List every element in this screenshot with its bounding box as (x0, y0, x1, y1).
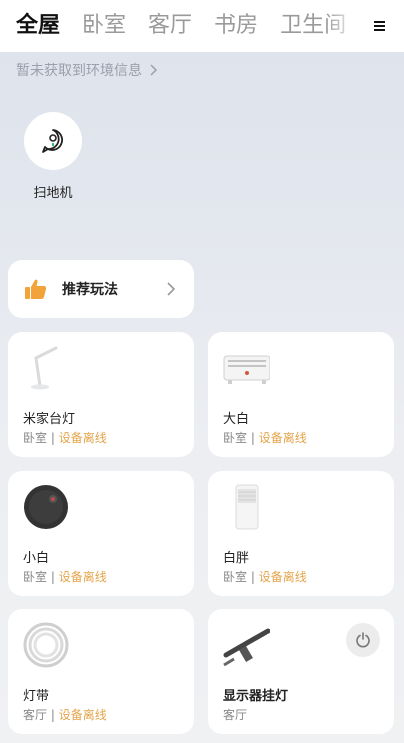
device-meta: 卧室 | 设备离线 (223, 431, 307, 445)
device-name: 白胖 (223, 551, 250, 566)
device-name: 小白 (23, 551, 50, 566)
device-status: 设备离线 (258, 570, 307, 584)
sweeper-shortcut-label: 扫地机 (33, 186, 73, 201)
device-room: 客厅 (23, 708, 48, 722)
power-icon (356, 632, 370, 648)
chevron-right-icon (167, 282, 176, 296)
device-meta: 卧室 | 设备离线 (223, 570, 307, 584)
device-room: 卧室 (23, 570, 48, 584)
tab-study[interactable]: 书房 (214, 0, 258, 52)
recommend-label: 推荐玩法 (62, 282, 118, 298)
device-room: 客厅 (223, 708, 248, 722)
thumbs-up-icon (25, 279, 47, 299)
device-name: 大白 (223, 412, 250, 427)
device-card-light-strip[interactable]: 灯带 客厅 | 设备离线 (8, 609, 194, 734)
tab-bedroom[interactable]: 卧室 (82, 0, 126, 52)
recommend-card[interactable]: 推荐玩法 (8, 260, 194, 318)
robot-vacuum-icon (24, 485, 68, 529)
device-status: 设备离线 (58, 570, 107, 584)
menu-icon (374, 21, 385, 31)
environment-info[interactable]: 暂未获取到环境信息 (16, 60, 158, 80)
device-meta: 客厅 | 设备离线 (23, 708, 107, 722)
device-card-heater[interactable]: 大白 卧室 | 设备离线 (208, 332, 394, 457)
air-purifier-icon (235, 484, 259, 530)
device-room: 卧室 (223, 431, 248, 445)
device-status: 设备离线 (258, 431, 307, 445)
tab-living-room[interactable]: 客厅 (148, 0, 192, 52)
device-status: 设备离线 (58, 708, 107, 722)
light-strip-icon (23, 622, 69, 668)
device-room: 卧室 (223, 570, 248, 584)
device-card-robot-vacuum[interactable]: 小白 卧室 | 设备离线 (8, 471, 194, 596)
device-status: 设备离线 (58, 431, 107, 445)
desk-lamp-icon (31, 346, 58, 390)
device-name: 米家台灯 (23, 412, 76, 427)
sweeper-shortcut-button[interactable] (24, 112, 82, 170)
device-card-monitor-light[interactable]: 显示器挂灯 客厅 (208, 609, 394, 734)
menu-button[interactable] (356, 0, 404, 52)
robot-assistant-icon (42, 129, 63, 153)
device-meta: 卧室 | 设备离线 (23, 431, 107, 445)
device-room: 卧室 (23, 431, 48, 445)
device-name: 灯带 (23, 689, 50, 704)
device-name: 显示器挂灯 (223, 689, 289, 704)
device-card-air-purifier[interactable]: 白胖 卧室 | 设备离线 (208, 471, 394, 596)
tab-all[interactable]: 全屋 (16, 0, 60, 52)
chevron-right-icon (150, 64, 158, 76)
monitor-light-icon (223, 628, 270, 667)
power-toggle-button[interactable] (346, 623, 380, 657)
room-tabs: 全屋 卧室 客厅 书房 卫生间 (0, 0, 404, 52)
device-meta: 卧室 | 设备离线 (23, 570, 107, 584)
device-card-desk-lamp[interactable]: 米家台灯 卧室 | 设备离线 (8, 332, 194, 457)
heater-icon (223, 355, 270, 384)
environment-info-text: 暂未获取到环境信息 (16, 63, 142, 79)
